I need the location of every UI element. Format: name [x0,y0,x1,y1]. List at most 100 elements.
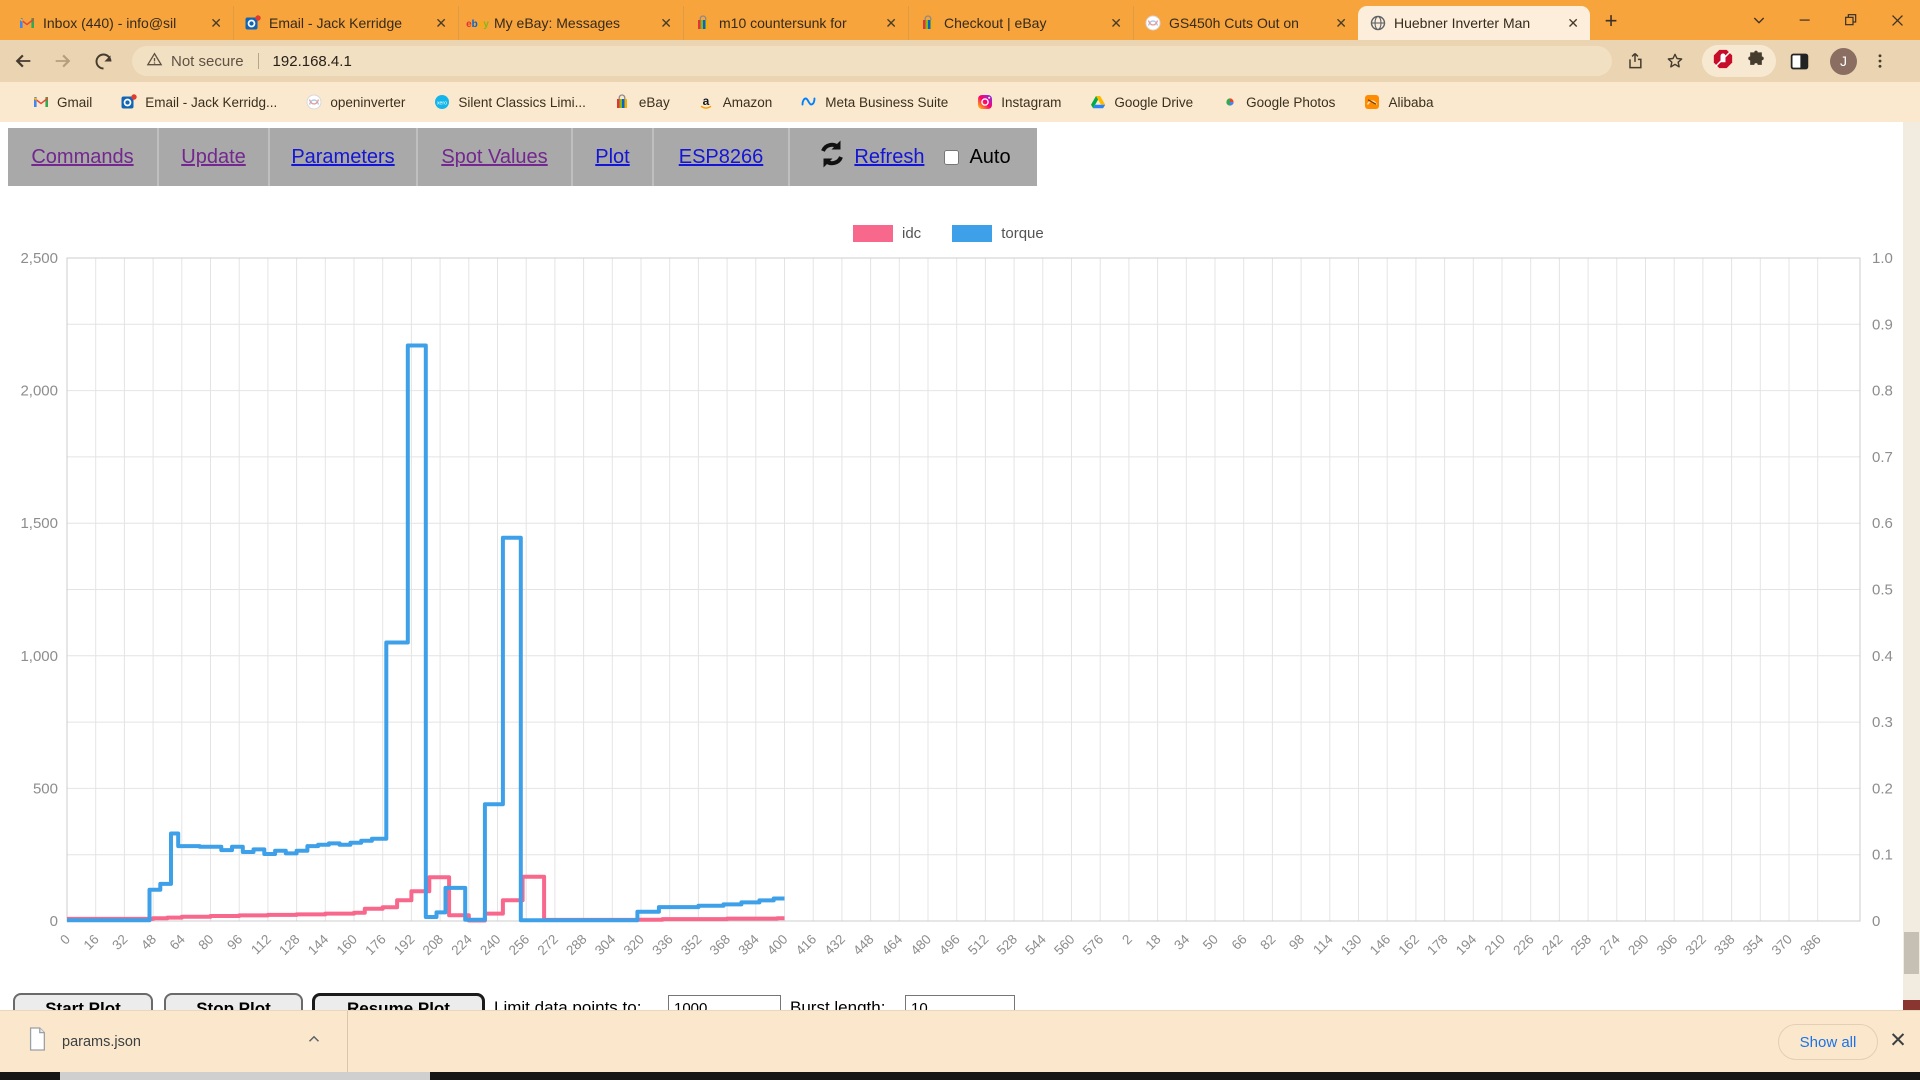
auto-checkbox[interactable] [944,149,960,165]
menu-link-spot-values[interactable]: Spot Values [441,146,547,169]
extensions-puzzle-icon[interactable] [1746,49,1766,74]
profile-avatar[interactable]: J [1830,47,1857,75]
x-tick-label: 64 [167,931,189,953]
amazon-icon: a [698,94,715,111]
menu-link-commands[interactable]: Commands [31,146,133,169]
show-all-button[interactable]: Show all [1778,1024,1878,1060]
menu-cell-update: Update [159,128,270,186]
download-item[interactable]: params.json [26,1027,323,1056]
bookmark-meta-business-suite[interactable]: Meta Business Suite [788,90,960,115]
tab-close-icon[interactable]: ✕ [657,15,675,32]
side-panel-icon[interactable] [1782,44,1816,78]
bookmark-label: Amazon [722,94,773,110]
tab-title: Huebner Inverter Man [1394,15,1531,31]
restore-button[interactable] [1828,0,1874,40]
not-secure-warning-icon[interactable] [146,51,163,72]
tab-title: Checkout | eBay [944,15,1047,31]
browser-tab-7-active[interactable]: Huebner Inverter Man ✕ [1358,6,1590,40]
x-tick-label: 416 [793,932,820,959]
bookmark-gmail[interactable]: Gmail [20,90,104,115]
x-tick-label: 464 [879,931,906,958]
x-tick-label: 368 [707,932,734,959]
tab-close-icon[interactable]: ✕ [1332,15,1350,32]
x-tick-label: 194 [1453,931,1480,958]
page-scrollbar[interactable] [1903,122,1920,1010]
x-tick-label: 176 [362,932,389,959]
bookmark-label: Meta Business Suite [825,94,949,110]
x-tick-label: 354 [1740,931,1767,958]
browser-tab-2[interactable]: Email - Jack Kerridge ✕ [233,6,458,40]
x-tick-label: 114 [1310,931,1336,957]
x-tick-label: 112 [248,932,274,958]
gmail-icon [32,94,49,111]
adblock-extension-icon[interactable] [1712,48,1734,75]
y-left-tick-label: 500 [33,780,58,797]
window-bottom-edge [0,1072,1920,1080]
x-tick-label: 18 [1142,932,1163,953]
download-file-name: params.json [62,1033,141,1050]
x-tick-label: 32 [109,932,130,953]
back-button-icon[interactable] [6,44,40,78]
tab-close-icon[interactable]: ✕ [882,15,900,32]
menu-link-esp8266[interactable]: ESP8266 [679,146,764,169]
bookmark-email-jack-kerridg[interactable]: Email - Jack Kerridg... [108,90,289,115]
forward-button-icon[interactable] [46,44,80,78]
address-bar[interactable]: Not secure 192.168.4.1 [132,46,1612,76]
gdrive-icon [1089,94,1106,111]
y-right-tick-label: 1.0 [1872,250,1893,267]
y-right-tick-label: 0.1 [1872,847,1893,864]
bookmark-openinverter[interactable]: openinverter [293,90,417,115]
new-tab-button[interactable]: + [1596,6,1626,36]
bookmark-instagram[interactable]: Instagram [964,90,1073,115]
refresh-icon[interactable] [816,138,848,176]
menu-link-plot[interactable]: Plot [595,146,629,169]
browser-tab-3[interactable]: ebay My eBay: Messages ✕ [458,6,683,40]
tab-close-icon[interactable]: ✕ [1107,15,1125,32]
reload-button-icon[interactable] [86,44,120,78]
bookmark-label: Silent Classics Limi... [458,94,586,110]
bookmark-alibaba[interactable]: Alibaba [1351,90,1445,115]
x-tick-label: 560 [1051,932,1078,959]
x-tick-label: 528 [994,932,1021,959]
alibaba-icon [1363,94,1380,111]
y-right-tick-label: 0.5 [1872,582,1893,599]
bookmark-label: eBay [638,94,670,110]
page-nav-menu: Commands Update Parameters Spot Values Plot E… [8,128,1037,186]
menu-link-parameters[interactable]: Parameters [291,146,394,169]
tab-close-icon[interactable]: ✕ [432,15,450,32]
bookmark-silent-classics-limi[interactable]: xero Silent Classics Limi... [421,90,598,115]
globe-favicon-icon [1369,15,1386,32]
browser-tab-6[interactable]: GS450h Cuts Out on ✕ [1133,6,1358,40]
x-tick-label: 432 [821,932,848,959]
menu-link-update[interactable]: Update [181,146,246,169]
bookmark-google-photos[interactable]: Google Photos [1209,90,1347,115]
browser-tab-4[interactable]: m10 countersunk for ✕ [683,6,908,40]
bookmark-amazon[interactable]: a Amazon [686,90,785,115]
tab-title: m10 countersunk for [719,15,847,31]
close-window-button[interactable] [1874,0,1920,40]
chevron-up-icon[interactable] [305,1030,323,1053]
tab-list: Inbox (440) - info@sil ✕ Email - Jack Kerr… [8,6,1590,40]
browser-menu-dots-icon[interactable] [1863,44,1897,78]
url-text[interactable]: 192.168.4.1 [273,53,352,70]
close-downloads-bar-icon[interactable]: ✕ [1884,1028,1912,1053]
tab-search-chevron-icon[interactable] [1736,0,1782,40]
refresh-link[interactable]: Refresh [854,146,924,169]
browser-tab-5[interactable]: Checkout | eBay ✕ [908,6,1133,40]
bookmark-star-icon[interactable] [1658,44,1692,78]
plot-canvas: 0 16 32 48 64 80 96 112 128 144 160 176 192 208 224 240… [20,250,1893,959]
minimize-button[interactable] [1782,0,1828,40]
bookmark-google-drive[interactable]: Google Drive [1077,90,1205,115]
scrollbar-thumb[interactable] [1904,932,1919,974]
share-icon[interactable] [1618,44,1652,78]
omnibox-divider [257,53,259,69]
x-tick-label: 80 [195,932,216,953]
tab-close-icon[interactable]: ✕ [207,15,225,32]
security-label[interactable]: Not secure [171,53,244,70]
bookmark-ebay[interactable]: eBay [602,90,682,115]
x-tick-label: 384 [735,931,762,958]
browser-tab-1[interactable]: Inbox (440) - info@sil ✕ [8,6,233,40]
tab-close-icon[interactable]: ✕ [1564,15,1582,32]
x-tick-label: 256 [506,932,533,959]
x-tick-label: 34 [1171,931,1193,953]
